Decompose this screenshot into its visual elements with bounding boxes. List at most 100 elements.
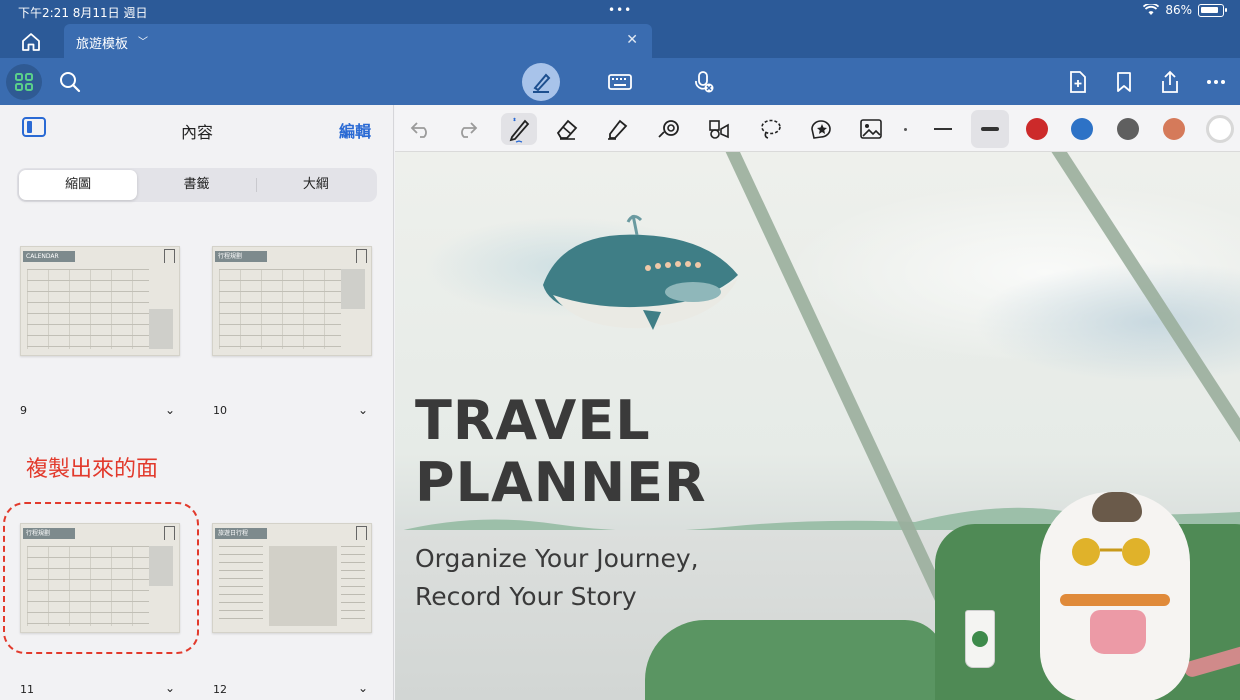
stroke-width-thick[interactable] — [971, 110, 1009, 148]
thin-dot-icon — [903, 127, 907, 131]
thumbnail-label: 行程規劃 — [215, 251, 267, 262]
whale-airplane-illustration — [543, 214, 738, 330]
color-swatch-orange[interactable] — [1163, 118, 1185, 140]
pen-mode-button[interactable] — [522, 63, 560, 101]
undo-button[interactable] — [405, 113, 437, 145]
sidebar: 內容 編輯 縮圖 書籤 大綱 CALENDAR 9 ⌄ 行程規劃 10 ⌄ 複製… — [0, 105, 394, 700]
keyboard-button[interactable] — [604, 66, 636, 98]
color-swatch-red[interactable] — [1026, 118, 1048, 140]
more-icon — [1207, 80, 1225, 84]
shape-tool[interactable] — [653, 113, 685, 145]
thumbnail-lines — [341, 546, 365, 626]
bookmark-button[interactable] — [1108, 66, 1140, 98]
cover-subtitle-line-2: Record Your Story — [415, 582, 637, 611]
cover-title: TRAVEL PLANNER — [415, 390, 707, 514]
segment-outline[interactable]: 大綱 — [257, 170, 375, 200]
page-number-12: 12 — [213, 683, 227, 696]
medium-line-icon — [934, 128, 952, 130]
stroke-width-thin[interactable] — [889, 113, 921, 145]
wifi-icon — [1143, 4, 1160, 15]
chevron-down-icon[interactable]: ⌄ — [165, 403, 175, 417]
pen-mode-icon — [533, 73, 551, 93]
lasso-tool[interactable] — [755, 113, 787, 145]
status-time: 下午2:21 8月11日 週日 — [18, 6, 148, 20]
document-tab-title: 旅遊模板 — [76, 37, 129, 52]
thumbnail-label: 旅遊日行程 — [215, 528, 267, 539]
page-canvas[interactable]: TRAVEL PLANNER Organize Your Journey, Re… — [395, 152, 1240, 700]
pink-bag-icon — [1090, 610, 1146, 654]
mic-icon — [695, 71, 714, 93]
thumbnail-grid — [219, 269, 341, 349]
search-button[interactable] — [54, 66, 86, 98]
grid-icon — [15, 73, 33, 91]
page-thumbnail-10[interactable]: 行程規劃 — [212, 246, 372, 356]
cat-illustration — [1040, 492, 1190, 700]
chevron-down-icon[interactable]: ⌄ — [165, 681, 175, 695]
shapes-icon — [709, 120, 729, 139]
multitask-dots[interactable]: ••• — [608, 3, 632, 17]
redo-button[interactable] — [451, 113, 483, 145]
color-swatch-blue[interactable] — [1071, 118, 1093, 140]
add-page-icon — [1070, 71, 1086, 93]
share-icon — [1162, 70, 1178, 93]
redo-icon — [461, 122, 478, 138]
page-number-10: 10 — [213, 404, 227, 417]
lasso-icon — [761, 119, 781, 139]
thumbnail-block — [149, 309, 173, 349]
stroke-width-medium[interactable] — [927, 113, 959, 145]
close-tab-icon[interactable]: ✕ — [626, 32, 638, 48]
cover-title-line-1: TRAVEL — [415, 389, 651, 452]
share-button[interactable] — [1154, 66, 1186, 98]
color-picker-button[interactable] — [1206, 115, 1234, 143]
cover-subtitle-line-1: Organize Your Journey, — [415, 544, 699, 573]
sticker-tool[interactable] — [805, 113, 837, 145]
annotation-text: 複製出來的面 — [26, 457, 159, 482]
thumbnail-grid — [27, 269, 149, 349]
cover-subtitle: Organize Your Journey, Record Your Story — [415, 540, 699, 616]
keyboard-icon — [608, 74, 632, 90]
main-toolbar — [0, 58, 1240, 105]
bookmark-icon[interactable] — [164, 526, 175, 540]
coffee-cup-illustration — [965, 610, 995, 668]
thumbnail-label: CALENDAR — [23, 251, 75, 262]
status-right: 86% — [1143, 3, 1227, 17]
green-sofa-left — [645, 620, 945, 700]
pen-icon — [509, 117, 530, 143]
highlighter-tool[interactable] — [601, 113, 633, 145]
chevron-down-icon[interactable]: ⌄ — [358, 681, 368, 695]
dictation-button[interactable] — [688, 66, 720, 98]
elements-tool[interactable] — [703, 113, 735, 145]
status-bar: 下午2:21 8月11日 週日 ••• 86% — [0, 0, 1240, 24]
chevron-down-icon[interactable]: ⌄ — [358, 403, 368, 417]
edit-button[interactable]: 編輯 — [339, 118, 371, 142]
page-number-9: 9 — [20, 404, 27, 417]
segment-bookmarks[interactable]: 書籤 — [137, 170, 255, 200]
thumbnail-grid — [27, 546, 149, 626]
tab-bar: 旅遊模板 ﹀ ✕ — [0, 24, 1240, 58]
thumbnail-column — [269, 546, 337, 626]
image-icon — [860, 119, 882, 139]
bookmark-icon[interactable] — [164, 249, 175, 263]
segment-thumbnails[interactable]: 縮圖 — [19, 170, 138, 200]
grid-view-button[interactable] — [6, 64, 42, 100]
bookmark-icon[interactable] — [356, 526, 367, 540]
home-icon[interactable] — [20, 32, 42, 52]
add-page-button[interactable] — [1062, 66, 1094, 98]
pen-tool[interactable] — [501, 113, 537, 145]
page-thumbnail-12[interactable]: 旅遊日行程 — [212, 523, 372, 633]
page-thumbnail-11[interactable]: 行程規劃 — [20, 523, 180, 633]
thumbnail-block — [341, 269, 365, 309]
image-tool[interactable] — [855, 113, 887, 145]
page-thumbnail-9[interactable]: CALENDAR — [20, 246, 180, 356]
sticker-icon — [811, 120, 831, 139]
more-button[interactable] — [1200, 66, 1232, 98]
color-swatch-gray[interactable] — [1117, 118, 1139, 140]
eraser-tool[interactable] — [551, 113, 583, 145]
chevron-down-icon[interactable]: ﹀ — [138, 33, 148, 48]
eraser-icon — [556, 119, 578, 140]
highlighter-icon — [608, 119, 628, 140]
document-tab[interactable]: 旅遊模板 ﹀ ✕ — [64, 24, 652, 58]
thumbnail-lines — [219, 546, 263, 626]
bookmark-icon[interactable] — [356, 249, 367, 263]
cover-title-line-2: PLANNER — [415, 451, 707, 514]
